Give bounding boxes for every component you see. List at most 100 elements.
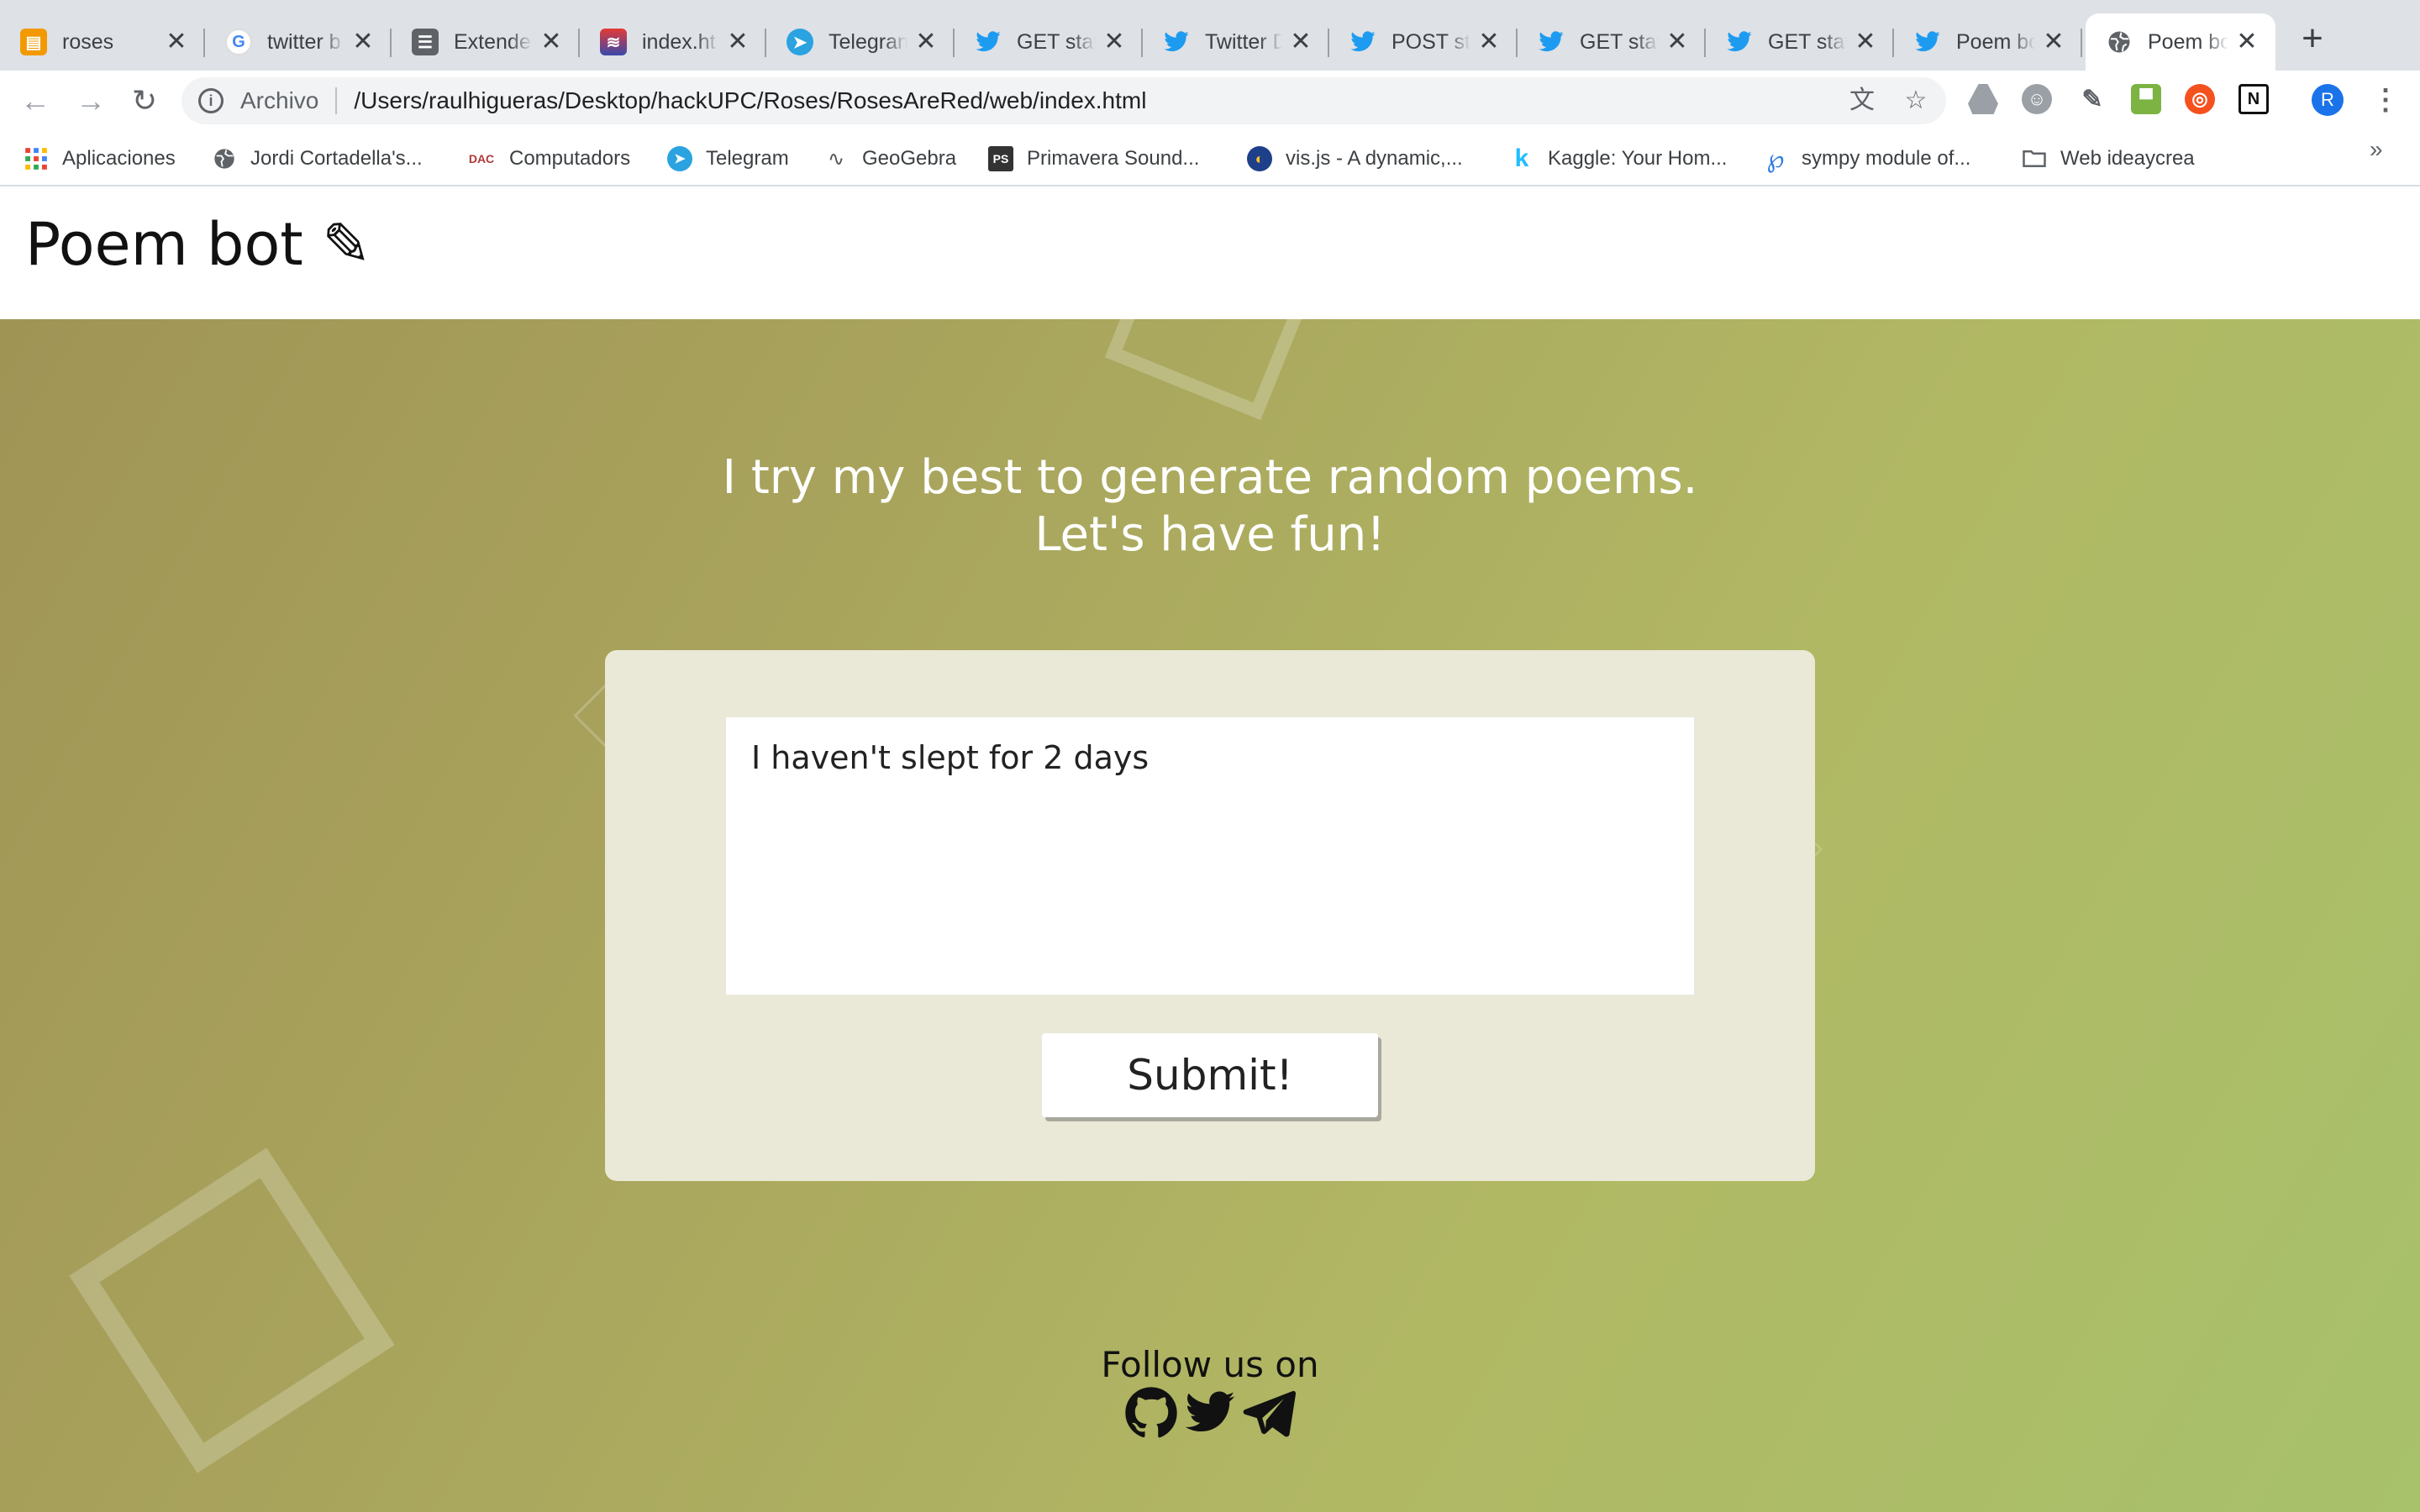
globe-icon [2106, 29, 2133, 55]
bookmark-telegram[interactable]: ➤ Telegram [667, 143, 789, 175]
decorative-square [1104, 319, 1324, 421]
bookmark-label: GeoGebra [862, 147, 957, 170]
tab-get-statuses-1[interactable]: GET stat ✕ [955, 13, 1143, 71]
close-icon[interactable]: ✕ [1854, 29, 1877, 55]
bookmark-primavera[interactable]: PS Primavera Sound... [988, 143, 1199, 175]
bookmark-label: Jordi Cortadella's... [250, 147, 423, 170]
close-icon[interactable]: ✕ [1102, 29, 1126, 55]
bookmark-visjs[interactable]: ◐ vis.js - A dynamic,... [1247, 143, 1463, 175]
tab-twitter-b[interactable]: G twitter b ✕ [205, 13, 392, 71]
lifebuoy-icon[interactable]: ◎ [2185, 84, 2215, 114]
eyedropper-icon[interactable]: ✎ [2077, 84, 2107, 114]
visjs-icon: ◐ [1247, 146, 1272, 171]
address-url[interactable]: /Users/raulhigueras/Desktop/hackUPC/Rose… [354, 87, 1146, 114]
close-icon[interactable]: ✕ [165, 29, 188, 55]
poem-prompt-input[interactable]: I haven't slept for 2 days [726, 717, 1694, 995]
tab-title: GET stat [1768, 29, 1847, 54]
bookmarks-overflow-icon[interactable]: » [2370, 136, 2383, 163]
globe-icon [212, 146, 237, 171]
tab-title: Poem bo [1956, 29, 2035, 54]
bookmarks-bar: Aplicaciones Jordi Cortadella's... DAC C… [0, 131, 2420, 186]
profile-avatar[interactable]: R [2312, 84, 2344, 116]
telegram-icon: ➤ [667, 146, 692, 171]
tab-title: Extende [454, 29, 531, 54]
tab-title: POST st [1392, 29, 1470, 54]
telegram-icon: ➤ [786, 29, 813, 55]
bookmark-label: sympy module of... [1802, 147, 1971, 170]
bookmark-sympy[interactable]: ℘ sympy module of... [1763, 143, 1971, 175]
tab-post-statuses[interactable]: POST st ✕ [1329, 13, 1518, 71]
close-icon[interactable]: ✕ [914, 29, 938, 55]
translate-icon[interactable]: 文 [1849, 87, 1876, 114]
tab-poem-bot-active[interactable]: Poem bo ✕ [2086, 13, 2275, 71]
close-icon[interactable]: ✕ [1477, 29, 1501, 55]
twitter-icon [1163, 29, 1190, 55]
site-title[interactable]: Poem bot ✎ [25, 210, 371, 279]
twitter-icon [1726, 29, 1753, 55]
tab-title: twitter b [267, 29, 341, 54]
twitter-icon [1538, 29, 1565, 55]
bookmark-jordi[interactable]: Jordi Cortadella's... [212, 143, 423, 175]
submit-button[interactable]: Submit! [1042, 1033, 1378, 1117]
tab-poem-bot-twitter[interactable]: Poem bo ✕ [1894, 13, 2082, 71]
tab-extended[interactable]: ☰ Extende ✕ [392, 13, 580, 71]
poem-form-card: I haven't slept for 2 days Submit! [605, 650, 1815, 1181]
tab-get-statuses-2[interactable]: GET stat ✕ [1518, 13, 1706, 71]
hero-section: I try my best to generate random poems. … [0, 319, 2420, 1512]
bookmark-web-ideaycrea[interactable]: Web ideaycrea [2022, 143, 2195, 175]
twitter-icon[interactable] [1183, 1386, 1237, 1440]
close-icon[interactable]: ✕ [2042, 29, 2065, 55]
bookmark-computadors[interactable]: DAC Computadors [467, 143, 630, 175]
plant-extension-icon[interactable]: ▀ [2131, 84, 2161, 114]
address-scheme: Archivo [240, 87, 319, 113]
folder-icon [2022, 146, 2047, 171]
tab-title: Twitter D [1205, 29, 1282, 54]
info-icon[interactable]: i [198, 88, 224, 113]
tab-telegram[interactable]: ➤ Telegran ✕ [766, 13, 955, 71]
tab-roses[interactable]: ▤ roses ✕ [0, 13, 205, 71]
google-icon: G [225, 29, 252, 55]
bookmark-kaggle[interactable]: k Kaggle: Your Hom... [1509, 143, 1728, 175]
close-icon[interactable]: ✕ [539, 29, 563, 55]
tab-get-statuses-3[interactable]: GET stat ✕ [1706, 13, 1894, 71]
telegram-icon[interactable] [1242, 1386, 1297, 1440]
tab-index-html[interactable]: ≋ index.ht ✕ [580, 13, 766, 71]
book-icon: ▤ [20, 29, 47, 55]
page-header: Poem bot ✎ [0, 186, 2420, 319]
close-icon[interactable]: ✕ [726, 29, 750, 55]
close-icon[interactable]: ✕ [1289, 29, 1313, 55]
tab-twitter-developer[interactable]: Twitter D ✕ [1143, 13, 1329, 71]
bookmark-label: Computadors [509, 147, 631, 170]
follow-us-label: Follow us on [1101, 1344, 1319, 1385]
docs-icon: ☰ [412, 29, 439, 55]
tab-title: index.ht [642, 29, 716, 54]
address-divider [335, 87, 338, 114]
tab-title: GET stat [1017, 29, 1096, 54]
bookmark-geogebra[interactable]: ∿ GeoGebra [823, 143, 956, 175]
tagline-line-2: Let's have fun! [1034, 507, 1386, 562]
notion-icon[interactable]: N [2238, 84, 2269, 114]
social-links [1124, 1386, 1297, 1440]
back-icon[interactable]: ← [17, 82, 54, 119]
github-icon[interactable] [1124, 1386, 1178, 1440]
bookmark-apps[interactable]: Aplicaciones [24, 143, 176, 175]
twitter-icon [975, 29, 1002, 55]
tab-title: Poem bo [2148, 29, 2228, 54]
tab-title: Telegran [829, 29, 908, 54]
bookmark-label: Telegram [706, 147, 789, 170]
bookmark-star-icon[interactable]: ☆ [1902, 87, 1929, 114]
new-tab-button[interactable]: + [2294, 20, 2331, 59]
address-bar[interactable]: i Archivo /Users/raulhigueras/Desktop/ha… [182, 77, 1946, 124]
close-icon[interactable]: ✕ [351, 29, 375, 55]
tab-title: GET stat [1580, 29, 1659, 54]
bookmark-label: Aplicaciones [62, 147, 176, 170]
close-icon[interactable]: ✕ [1665, 29, 1689, 55]
close-icon[interactable]: ✕ [2235, 29, 2259, 55]
bookmark-label: Kaggle: Your Hom... [1548, 147, 1728, 170]
twitter-icon [1349, 29, 1376, 55]
reload-icon[interactable]: ↻ [126, 82, 163, 119]
forward-icon[interactable]: → [72, 82, 109, 119]
kaggle-icon: k [1514, 144, 1529, 172]
browser-menu-icon[interactable]: ⋮ [2371, 84, 2400, 116]
extension-face-icon[interactable]: ☺ [2022, 84, 2052, 114]
